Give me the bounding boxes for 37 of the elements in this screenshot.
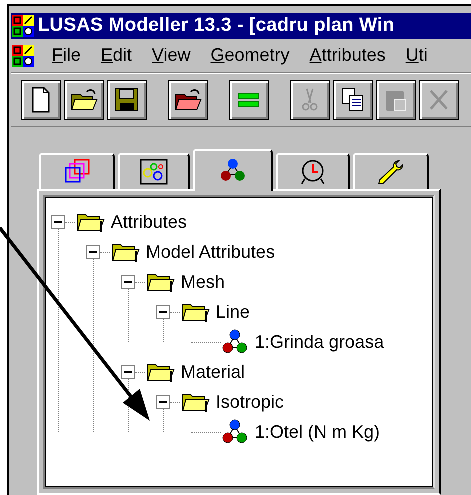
tree-item-label[interactable]: Material: [181, 362, 246, 382]
tree-item-label[interactable]: Line: [216, 302, 250, 322]
menu-item[interactable]: View: [150, 45, 193, 66]
tree-item-label[interactable]: Isotropic: [216, 392, 284, 412]
toolbar-button[interactable]: [64, 80, 104, 120]
collapse-toggle[interactable]: [121, 275, 135, 289]
collapse-toggle[interactable]: [121, 365, 135, 379]
tab[interactable]: [353, 153, 429, 189]
collapse-toggle[interactable]: [51, 215, 65, 229]
tree-item-label[interactable]: Attributes: [111, 212, 188, 232]
toolbar-button[interactable]: [21, 80, 61, 120]
tab[interactable]: [39, 153, 115, 189]
collapse-toggle[interactable]: [86, 245, 100, 259]
three-balls-icon: [221, 329, 249, 355]
group-circles-icon: [138, 158, 170, 186]
tab[interactable]: [118, 153, 190, 189]
window-title: LUSAS Modeller 13.3 - [cadru plan Win: [38, 15, 395, 37]
collapse-toggle[interactable]: [156, 305, 170, 319]
collapse-toggle[interactable]: [156, 395, 170, 409]
toolbar-button[interactable]: [333, 80, 373, 120]
menu-item[interactable]: File: [50, 45, 84, 66]
three-balls-icon: [221, 419, 249, 445]
menu-item[interactable]: Edit: [99, 45, 134, 66]
tree-item-label[interactable]: 1:Grinda groasa: [255, 332, 384, 352]
toolbar-button[interactable]: [168, 80, 208, 120]
tree-item-label[interactable]: 1:Otel (N m Kg): [255, 422, 380, 442]
toolbar-button[interactable]: [229, 80, 269, 120]
menu-item[interactable]: Uti: [404, 45, 430, 66]
logo-icon: [12, 44, 34, 66]
tree-item-label[interactable]: Mesh: [181, 272, 226, 292]
tab[interactable]: [193, 149, 273, 191]
tab[interactable]: [276, 153, 350, 189]
menu-item[interactable]: Attributes: [308, 45, 388, 66]
toolbar-button[interactable]: [107, 80, 147, 120]
logo-icon: [12, 15, 34, 37]
menu-item[interactable]: Geometry: [208, 45, 292, 66]
tree-item-label[interactable]: Model Attributes: [146, 242, 276, 262]
